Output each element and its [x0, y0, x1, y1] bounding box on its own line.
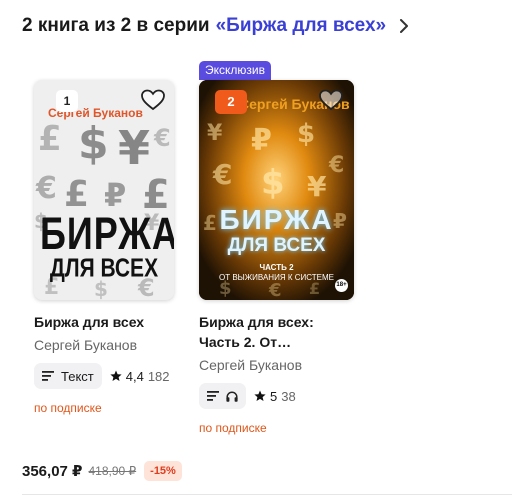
price-current: 356,07 ₽ [22, 463, 83, 480]
book-meta: 5 38 [199, 383, 354, 409]
availability-label: по подписке [199, 421, 267, 435]
rating-value: 5 [270, 388, 278, 404]
headphones-icon [226, 391, 238, 402]
svg-text:€: € [35, 171, 57, 206]
book-number-badge: 1 [56, 90, 78, 112]
rating-value: 4,4 [125, 368, 144, 384]
svg-text:€: € [153, 124, 171, 152]
format-chip: Текст [34, 363, 102, 389]
cover-title-line1: БИРЖА [40, 207, 174, 259]
cover-subtitle-line1: ЧАСТЬ 2 [259, 263, 294, 272]
book-cover[interactable]: £ $ ¥ € € £ ₽ £ $ ¥ £ $ € 1 Сергей Букан… [34, 80, 174, 300]
svg-text:$: $ [297, 119, 315, 149]
format-label: Текст [61, 368, 94, 384]
cover-title-line2: ДЛЯ ВСЕХ [49, 254, 159, 283]
rating: 4,4 182 [110, 369, 170, 384]
svg-text:€: € [328, 153, 344, 178]
cover-title-line2: ДЛЯ ВСЕХ [227, 235, 326, 256]
book-title[interactable]: Биржа для всех: Часть 2. От… [199, 312, 354, 352]
svg-text:¥: ¥ [207, 121, 223, 146]
series-count-text: 2 книга из 2 в серии [22, 15, 210, 36]
series-header: 2 книга из 2 в серии «Биржа для всех» [22, 12, 410, 40]
svg-text:¥: ¥ [307, 170, 327, 203]
book-cover[interactable]: ¥ ₽ $ € € $ ¥ £ ₽ $ € £ 2 Сергей Буканов… [199, 80, 354, 300]
book-meta: Текст 4,4 182 [34, 363, 174, 389]
svg-text:£: £ [38, 119, 62, 159]
svg-text:€: € [212, 158, 232, 191]
heart-icon[interactable] [140, 88, 166, 112]
svg-text:€: € [268, 280, 282, 300]
book-number-badge: 2 [215, 90, 247, 114]
star-icon [110, 370, 122, 381]
svg-text:¥: ¥ [118, 121, 150, 175]
rating-count: 182 [147, 368, 170, 384]
format-chip [199, 383, 246, 409]
series-price: 356,07 ₽ 418,90 ₽ -15% [22, 459, 182, 483]
svg-text:$: $ [78, 118, 109, 169]
series-name-link[interactable]: «Биржа для всех» [216, 15, 387, 37]
book-card[interactable]: £ $ ¥ € € £ ₽ £ $ ¥ £ $ € 1 Сергей Букан… [34, 80, 174, 418]
cover-title-line1: БИРЖА [219, 204, 334, 235]
svg-text:$: $ [261, 163, 285, 203]
svg-text:₽: ₽ [251, 123, 272, 158]
price-old: 418,90 ₽ [88, 464, 137, 478]
text-icon [207, 391, 219, 401]
exclusive-badge: Эксклюзив [199, 61, 271, 80]
star-icon [254, 390, 266, 401]
rating: 5 38 [254, 389, 296, 404]
rating-count: 38 [281, 388, 296, 404]
book-author[interactable]: Сергей Буканов [199, 355, 354, 375]
chevron-right-icon[interactable] [398, 19, 410, 33]
text-icon [42, 371, 54, 381]
book-author[interactable]: Сергей Буканов [34, 335, 174, 355]
cover-subtitle-line2: ОТ ВЫЖИВАНИЯ К СИСТЕМЕ [219, 273, 334, 282]
heart-icon[interactable] [318, 88, 344, 112]
availability-label: по подписке [34, 401, 102, 415]
discount-badge: -15% [144, 461, 182, 481]
divider [22, 494, 512, 495]
book-card[interactable]: ¥ ₽ $ € € $ ¥ £ ₽ $ € £ 2 Сергей Буканов… [199, 80, 354, 438]
book-title[interactable]: Биржа для всех [34, 312, 174, 332]
age-rating-badge: 18+ [335, 279, 348, 292]
